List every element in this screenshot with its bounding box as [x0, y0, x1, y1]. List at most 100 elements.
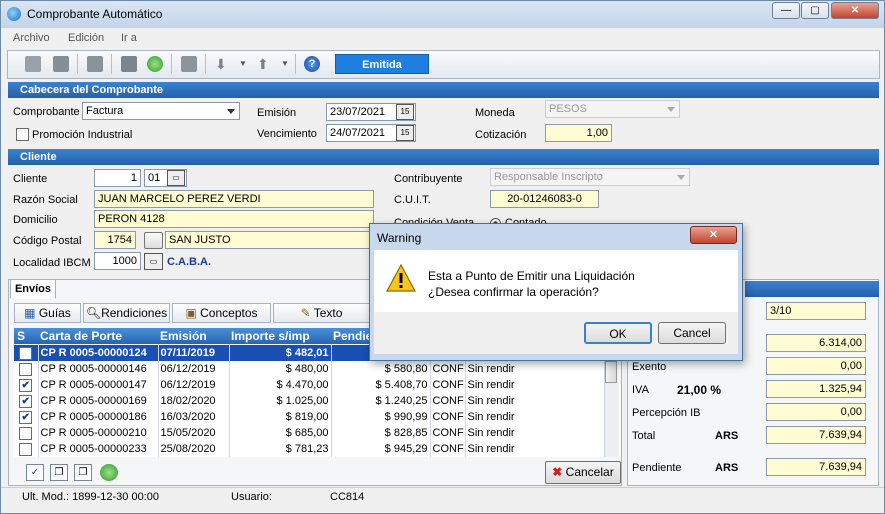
print-icon[interactable]	[87, 56, 103, 72]
row-checkbox[interactable]	[14, 345, 39, 361]
arrow-up-icon[interactable]: ⬆	[257, 56, 269, 73]
iva-field[interactable]: 1.325,94	[766, 380, 866, 398]
lookup-icon[interactable]: ▭	[144, 253, 163, 270]
carta-porte-cell: CP R 0005-00000210	[38, 425, 159, 441]
arrow-down-icon[interactable]: ⬇	[215, 56, 227, 73]
col-pendiente[interactable]: Pendie	[333, 329, 372, 343]
checkbox[interactable]	[19, 346, 33, 360]
cliente-number-field[interactable]: 1	[94, 169, 141, 187]
row-checkbox[interactable]: ✔	[14, 409, 39, 425]
cuit-field[interactable]: 20-01246083-0	[490, 190, 599, 208]
chevron-down-icon[interactable]: ▼	[239, 59, 247, 68]
chevron-down-icon[interactable]: ▼	[281, 59, 289, 68]
col-emision[interactable]: Emisión	[160, 329, 207, 343]
stop-icon[interactable]	[121, 56, 137, 72]
refresh-icon[interactable]	[147, 56, 163, 72]
status-badge: Emitida	[335, 54, 429, 74]
iva-percent: 21,00 %	[677, 383, 722, 397]
menu-ir-a[interactable]: Ir a	[121, 32, 137, 44]
trash-icon[interactable]	[181, 56, 197, 72]
codigo-postal-field[interactable]: 1754	[94, 231, 136, 249]
cuit-label: C.U.I.T.	[394, 194, 431, 206]
carta-porte-cell: CP R 0005-00000169	[38, 393, 159, 409]
contribuyente-label: Contribuyente	[394, 173, 463, 185]
row-checkbox[interactable]	[14, 425, 39, 441]
pages-icon[interactable]: ❐	[74, 464, 92, 481]
promocion-checkbox[interactable]	[16, 128, 29, 141]
help-icon[interactable]: ?	[304, 56, 320, 72]
table-row[interactable]: ✔ CP R 0005-00000147 06/12/2019 $ 4.470,00 $…	[14, 377, 604, 393]
scroll-thumb[interactable]	[605, 361, 617, 383]
moneda-select[interactable]: PESOS	[545, 100, 680, 118]
calendar-icon[interactable]: 15	[396, 125, 414, 141]
dialog-close-icon[interactable]: ✕	[690, 226, 737, 244]
checkbox[interactable]	[19, 442, 33, 456]
subtab-texto[interactable]: ✎ Texto	[273, 303, 370, 323]
menu-archivo[interactable]: Archivo	[13, 32, 50, 44]
cancelar-button[interactable]: ✖ Cancelar	[545, 461, 621, 484]
localidad-label: Localidad IBCM	[13, 257, 91, 269]
row-checkbox[interactable]: ✔	[14, 377, 39, 393]
comprobante-select[interactable]: Factura	[82, 102, 240, 120]
col-importe[interactable]: Importe s/imp	[231, 329, 310, 343]
lookup-icon[interactable]: ▭	[167, 170, 185, 186]
rendicion-cell: Sin rendir	[465, 361, 604, 377]
calendar-icon[interactable]: 15	[396, 104, 414, 120]
cuotas-field[interactable]: 3/10	[766, 302, 866, 320]
subtab-guias[interactable]: ▦ Guías	[14, 303, 81, 323]
table-row[interactable]: CP R 0005-00000233 25/08/2020 $ 781,23 $ 94…	[14, 441, 604, 457]
menu-edicion[interactable]: Edición	[68, 32, 104, 44]
total-field[interactable]: 7.639,94	[766, 426, 866, 444]
pencil-icon: ✎	[300, 306, 314, 320]
cp-localidad-field[interactable]: SAN JUSTO	[165, 231, 374, 249]
contribuyente-select[interactable]: Responsable Inscripto	[490, 168, 690, 186]
row-checkbox[interactable]	[14, 441, 39, 457]
checkbox[interactable]	[19, 426, 33, 440]
vencimiento-date-field[interactable]: 24/07/2021 15	[326, 124, 416, 142]
pendiente-cell: $ 990,99	[331, 409, 431, 425]
col-carta-porte[interactable]: Carta de Porte	[40, 329, 122, 343]
row-checkbox[interactable]: ✔	[14, 393, 39, 409]
minimize-button[interactable]: —	[772, 2, 800, 19]
save-icon[interactable]	[53, 56, 69, 72]
checkbox[interactable]: ✔	[19, 410, 33, 424]
estado-cell: CONF	[430, 425, 466, 441]
pendiente-cell: $ 5.408,70	[331, 377, 431, 393]
check-all-icon[interactable]: ✓	[26, 464, 44, 481]
domicilio-field[interactable]: PERON 4128	[94, 210, 374, 228]
emision-cell: 25/08/2020	[158, 441, 230, 457]
razon-social-field[interactable]: JUAN MARCELO PEREZ VERDI	[94, 190, 374, 208]
refresh-icon[interactable]	[100, 464, 118, 481]
tab-envios[interactable]: Envíos	[10, 279, 56, 299]
percepcion-field[interactable]: 0,00	[766, 403, 866, 421]
table-row[interactable]: CP R 0005-00000210 15/05/2020 $ 685,00 $ 82…	[14, 425, 604, 441]
neto-field[interactable]: 6.314,00	[766, 334, 866, 352]
window-title: Comprobante Automático	[27, 7, 163, 21]
ok-button[interactable]: OK	[584, 322, 652, 344]
carta-porte-cell: CP R 0005-00000233	[38, 441, 159, 457]
exento-field[interactable]: 0,00	[766, 357, 866, 375]
checkbox[interactable]: ✔	[19, 378, 33, 392]
iva-label: IVA	[632, 384, 649, 396]
localidad-field[interactable]: 1000	[94, 252, 141, 270]
table-row[interactable]: ✔ CP R 0005-00000169 18/02/2020 $ 1.025,00 $…	[14, 393, 604, 409]
checkbox[interactable]	[19, 362, 33, 376]
subtab-conceptos[interactable]: ▣ Conceptos	[172, 303, 271, 323]
new-icon[interactable]	[25, 56, 41, 72]
table-row[interactable]: CP R 0005-00000146 06/12/2019 $ 480,00 $ 58…	[14, 361, 604, 377]
close-window-button[interactable]: ✕	[831, 2, 879, 19]
pendiente-field[interactable]: 7.639,94	[766, 458, 866, 476]
table-row[interactable]: ✔ CP R 0005-00000186 16/03/2020 $ 819,00 $ 9…	[14, 409, 604, 425]
emision-cell: 06/12/2019	[158, 377, 230, 393]
cotizacion-field[interactable]: 1,00	[545, 124, 612, 142]
emision-date-field[interactable]: 23/07/2021 15	[326, 103, 416, 121]
checkbox[interactable]: ✔	[19, 394, 33, 408]
cp-lookup-button[interactable]	[144, 232, 163, 249]
copy-icon[interactable]: ❐	[50, 464, 68, 481]
cliente-sucursal-field[interactable]: 01 ▭	[144, 169, 187, 187]
col-s[interactable]: S	[17, 329, 25, 343]
maximize-button[interactable]: ▢	[801, 2, 829, 19]
subtab-rendiciones[interactable]: 🔍︎Rendiciones	[83, 303, 170, 323]
row-checkbox[interactable]	[14, 361, 39, 377]
dialog-cancel-button[interactable]: Cancel	[658, 322, 726, 344]
